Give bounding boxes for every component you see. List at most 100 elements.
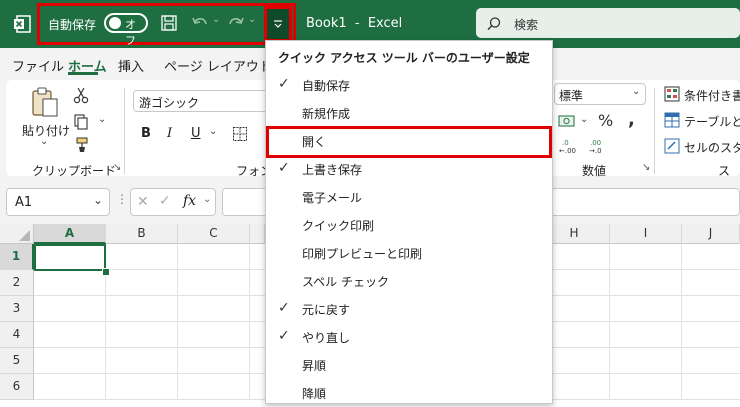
check-icon: ✓ bbox=[278, 328, 290, 344]
autosave-label: 自動保存 bbox=[48, 18, 97, 32]
autosave-toggle[interactable]: オフ bbox=[104, 13, 148, 47]
menu-item-quick-print[interactable]: クイック印刷 bbox=[266, 211, 550, 239]
italic-button[interactable]: I bbox=[167, 126, 172, 141]
menu-item-sort-descending[interactable]: 降順 bbox=[266, 379, 550, 407]
menu-item-label: 新規作成 bbox=[302, 107, 351, 121]
conditional-format-label[interactable]: 条件付き書 bbox=[684, 87, 740, 104]
column-header-i[interactable]: I bbox=[610, 224, 682, 244]
check-icon: ✓ bbox=[278, 160, 290, 176]
menu-item-redo[interactable]: ✓ やり直し bbox=[266, 323, 550, 351]
menu-item-label: 開く bbox=[302, 135, 327, 149]
decrease-decimal-icon[interactable]: .00 →.0 bbox=[588, 138, 608, 155]
menu-item-label: クイック印刷 bbox=[302, 219, 375, 233]
search-placeholder: 検索 bbox=[514, 18, 539, 32]
svg-text:.00: .00 bbox=[590, 139, 601, 147]
menu-title: クイック アクセス ツール バーのユーザー設定 bbox=[278, 51, 530, 65]
bold-button[interactable]: B bbox=[141, 126, 151, 141]
font-name-value: 游ゴシック bbox=[139, 96, 200, 110]
name-box-dropdown-icon[interactable]: ⌄ bbox=[93, 193, 103, 207]
customize-qat-icon bbox=[273, 19, 283, 31]
tab-page-layout[interactable]: ページ レイアウト bbox=[164, 56, 272, 75]
name-box-value: A1 bbox=[15, 195, 33, 210]
underline-dropdown-icon[interactable]: ⌄ bbox=[209, 126, 217, 137]
svg-text:.0: .0 bbox=[562, 139, 569, 147]
svg-text:→.0: →.0 bbox=[589, 147, 602, 154]
undo-icon[interactable] bbox=[190, 14, 210, 32]
customize-qat-button[interactable] bbox=[264, 6, 292, 42]
copy-dropdown-icon[interactable]: ⌄ bbox=[98, 114, 106, 125]
column-header-c[interactable]: C bbox=[178, 224, 250, 244]
row-header-3[interactable]: 3 bbox=[0, 296, 34, 322]
row-header-1[interactable]: 1 bbox=[0, 244, 34, 270]
format-as-table-icon[interactable] bbox=[664, 112, 680, 128]
menu-item-open[interactable]: 開く bbox=[266, 126, 552, 158]
cancel-icon[interactable]: ✕ bbox=[137, 194, 149, 210]
accounting-format-icon[interactable] bbox=[558, 113, 578, 129]
accounting-dropdown-icon[interactable]: ⌄ bbox=[580, 114, 588, 125]
copy-icon[interactable] bbox=[73, 113, 89, 131]
menu-item-label: スペル チェック bbox=[302, 275, 389, 289]
cell-styles-label[interactable]: セルのスタイ bbox=[684, 139, 740, 156]
column-header-b[interactable]: B bbox=[106, 224, 178, 244]
row-header-4[interactable]: 4 bbox=[0, 322, 34, 348]
paste-icon[interactable] bbox=[30, 86, 60, 120]
menu-item-spell-check[interactable]: スペル チェック bbox=[266, 267, 550, 295]
column-header-a[interactable]: A bbox=[34, 224, 106, 244]
select-all-corner[interactable] bbox=[0, 224, 34, 244]
font-name-box[interactable]: 游ゴシック bbox=[133, 90, 273, 112]
insert-function-dropdown-icon[interactable]: ⌄ bbox=[203, 194, 211, 205]
number-format-box[interactable]: 標準 ⌄ bbox=[554, 83, 646, 105]
undo-dropdown-icon[interactable]: ⌄ bbox=[212, 14, 220, 25]
menu-item-autosave[interactable]: ✓ 自動保存 bbox=[266, 71, 550, 99]
format-painter-icon[interactable] bbox=[73, 136, 91, 154]
column-header-d[interactable] bbox=[250, 224, 265, 244]
save-icon[interactable] bbox=[160, 14, 178, 32]
menu-item-email[interactable]: 電子メール bbox=[266, 183, 550, 211]
excel-logo-icon bbox=[12, 14, 32, 34]
name-box[interactable]: A1 ⌄ bbox=[6, 188, 110, 216]
menu-item-sort-ascending[interactable]: 昇順 bbox=[266, 351, 550, 379]
insert-function-button[interactable]: fx bbox=[183, 193, 196, 209]
column-header-j[interactable]: J bbox=[682, 224, 740, 244]
number-format-value: 標準 bbox=[559, 89, 584, 103]
row-header-2[interactable]: 2 bbox=[0, 270, 34, 296]
conditional-format-icon[interactable] bbox=[664, 86, 680, 102]
autosave-state-label: オフ bbox=[125, 18, 136, 47]
menu-item-label: やり直し bbox=[302, 331, 351, 345]
gridline bbox=[177, 244, 178, 400]
enter-icon[interactable]: ✓ bbox=[159, 193, 171, 209]
percent-icon[interactable]: % bbox=[598, 111, 613, 130]
underline-button[interactable]: U bbox=[191, 126, 201, 141]
fill-handle[interactable] bbox=[102, 268, 110, 276]
menu-item-save[interactable]: ✓ 上書き保存 bbox=[266, 155, 550, 183]
gridline bbox=[681, 244, 682, 400]
cut-icon[interactable] bbox=[73, 86, 89, 104]
row-header-5[interactable]: 5 bbox=[0, 348, 34, 374]
tab-file[interactable]: ファイル bbox=[12, 56, 64, 75]
formula-actions: ✕ ✓ fx ⌄ bbox=[130, 188, 216, 216]
formula-bar-grip-icon[interactable]: ⋮ bbox=[116, 192, 128, 206]
menu-item-label: 元に戻す bbox=[302, 303, 351, 317]
menu-item-new[interactable]: 新規作成 bbox=[266, 99, 550, 127]
borders-icon[interactable] bbox=[232, 126, 248, 142]
divider bbox=[654, 88, 655, 174]
menu-item-print-preview[interactable]: 印刷プレビューと印刷 bbox=[266, 239, 550, 267]
format-as-table-label[interactable]: テーブルとし bbox=[684, 113, 740, 130]
tab-insert[interactable]: 挿入 bbox=[118, 56, 144, 75]
redo-icon[interactable] bbox=[226, 14, 246, 32]
increase-decimal-icon[interactable]: .0 ←.00 bbox=[558, 138, 578, 155]
menu-item-undo[interactable]: ✓ 元に戻す bbox=[266, 295, 550, 323]
cell-styles-icon[interactable] bbox=[664, 138, 680, 154]
paste-dropdown-icon[interactable]: ⌄ bbox=[40, 136, 48, 147]
gridline bbox=[609, 244, 610, 400]
number-launcher-icon[interactable]: ↘ bbox=[642, 162, 650, 173]
number-format-dropdown-icon[interactable]: ⌄ bbox=[632, 86, 640, 97]
comma-style-icon[interactable]: , bbox=[628, 109, 635, 130]
divider bbox=[124, 88, 125, 174]
clipboard-launcher-icon[interactable]: ↘ bbox=[113, 162, 121, 173]
redo-dropdown-icon[interactable]: ⌄ bbox=[248, 14, 256, 25]
search-box[interactable]: 検索 bbox=[476, 8, 740, 38]
active-cell-a1[interactable] bbox=[34, 244, 106, 271]
menu-item-label: 印刷プレビューと印刷 bbox=[302, 247, 423, 261]
row-header-6[interactable]: 6 bbox=[0, 374, 34, 400]
